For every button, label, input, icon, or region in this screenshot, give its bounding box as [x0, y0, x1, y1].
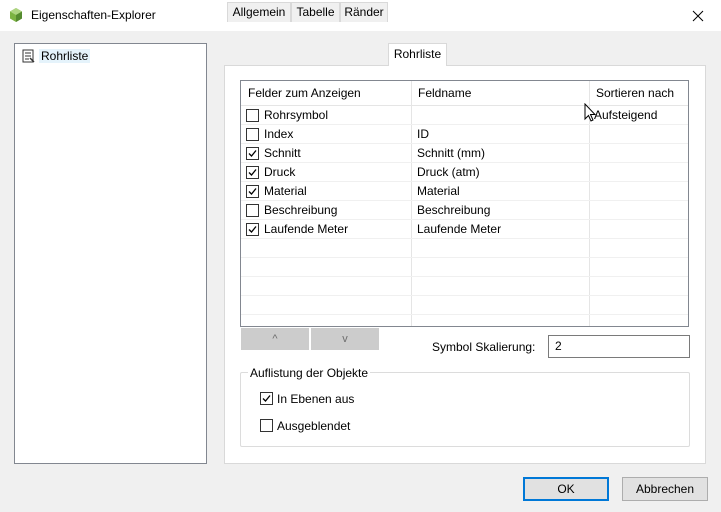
listing-group-title: Auflistung der Objekte [248, 366, 371, 380]
row-checkbox[interactable] [246, 128, 259, 141]
tree-item-rohrliste[interactable]: Rohrliste [20, 48, 91, 64]
row-fieldname[interactable]: Beschreibung [417, 201, 490, 220]
checkmark-icon [262, 395, 271, 402]
row-fieldname[interactable]: Laufende Meter [417, 220, 501, 239]
row-fieldname[interactable]: ID [417, 125, 429, 144]
empty-row [241, 239, 688, 258]
grid-header: Felder zum Anzeigen Feldname Sortieren n… [241, 81, 688, 106]
tab-rohrliste[interactable]: Rohrliste [388, 43, 447, 66]
tab-label: Allgemein [232, 5, 286, 19]
in-ebenen-aus-checkbox[interactable] [260, 392, 273, 405]
empty-row [241, 296, 688, 315]
row-field-label: Index [264, 127, 294, 141]
row-checkbox[interactable] [246, 147, 259, 160]
tab-raender[interactable]: Ränder [340, 2, 388, 22]
checkmark-icon [248, 226, 257, 233]
table-row[interactable]: Material Material [241, 182, 688, 201]
app-icon [10, 8, 22, 22]
row-field-label: Material [264, 184, 307, 198]
in-ebenen-aus-label[interactable]: In Ebenen aus [277, 392, 354, 406]
table-row[interactable]: Laufende Meter Laufende Meter [241, 220, 688, 239]
row-checkbox[interactable] [246, 223, 259, 236]
listing-groupbox [240, 372, 690, 447]
move-down-button[interactable]: v [311, 328, 379, 350]
row-fieldname[interactable]: Material [417, 182, 460, 201]
move-up-label: ^ [272, 333, 278, 345]
row-field-label: Beschreibung [264, 203, 338, 217]
property-tree[interactable]: Rohrliste [14, 43, 207, 464]
row-field-label: Rohrsymbol [264, 108, 329, 122]
move-down-label: v [342, 333, 348, 345]
ok-label: OK [557, 482, 575, 496]
ausgeblendet-checkbox[interactable] [260, 419, 273, 432]
row-checkbox[interactable] [246, 109, 259, 122]
move-up-button[interactable]: ^ [241, 328, 309, 350]
mouse-cursor-icon [584, 103, 596, 122]
cancel-button[interactable]: Abbrechen [622, 477, 708, 501]
tab-label: Rohrliste [393, 47, 442, 61]
column-header-fieldname[interactable]: Feldname [411, 81, 471, 106]
row-field-label: Druck [264, 165, 296, 179]
column-header-sort[interactable]: Sortieren nach [589, 81, 674, 106]
row-field-label: Laufende Meter [264, 222, 349, 236]
fields-grid[interactable]: Felder zum Anzeigen Feldname Sortieren n… [240, 80, 689, 327]
row-fieldname[interactable]: Druck (atm) [417, 163, 480, 182]
ok-button[interactable]: OK [523, 477, 609, 501]
tree-item-label: Rohrliste [39, 49, 91, 63]
checkmark-icon [248, 150, 257, 157]
symbol-scaling-input[interactable]: 2 [548, 335, 690, 358]
tab-label: Tabelle [296, 5, 335, 19]
table-row[interactable]: Beschreibung Beschreibung [241, 201, 688, 220]
row-fieldname[interactable]: Schnitt (mm) [417, 144, 485, 163]
row-sort[interactable]: Aufsteigend [594, 106, 657, 125]
close-icon [692, 10, 704, 21]
empty-row [241, 258, 688, 277]
column-header-fields[interactable]: Felder zum Anzeigen [241, 81, 361, 106]
table-row[interactable]: Schnitt Schnitt (mm) [241, 144, 688, 163]
row-checkbox[interactable] [246, 204, 259, 217]
cancel-label: Abbrechen [635, 482, 695, 496]
row-field-label: Schnitt [264, 146, 301, 160]
tab-label: Ränder [344, 5, 384, 19]
checkmark-icon [248, 188, 257, 195]
table-row[interactable]: Rohrsymbol Aufsteigend [241, 106, 688, 125]
symbol-scaling-label: Symbol Skalierung: [432, 340, 536, 354]
checkmark-icon [248, 169, 257, 176]
table-row[interactable]: Druck Druck (atm) [241, 163, 688, 182]
tab-tabelle[interactable]: Tabelle [291, 2, 340, 22]
tab-allgemein[interactable]: Allgemein [227, 2, 291, 22]
table-row[interactable]: Index ID [241, 125, 688, 144]
row-checkbox[interactable] [246, 166, 259, 179]
window-title: Eigenschaften-Explorer [31, 8, 156, 22]
row-checkbox[interactable] [246, 185, 259, 198]
close-button[interactable] [675, 0, 721, 31]
ausgeblendet-label[interactable]: Ausgeblendet [277, 419, 350, 433]
list-document-icon [22, 49, 35, 63]
empty-row [241, 277, 688, 296]
